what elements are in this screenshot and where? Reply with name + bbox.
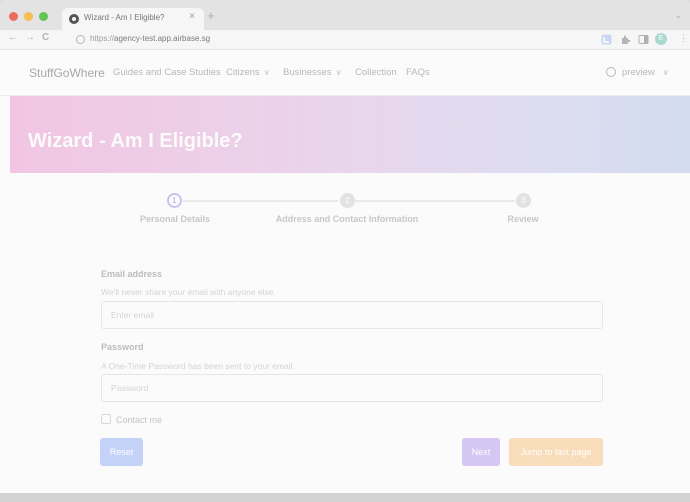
browser-window: Wizard - Am I Eligible? × + ⌄ ← → C http…: [0, 0, 690, 493]
nav-link-guides[interactable]: Guides and Case Studies: [113, 67, 221, 78]
password-help-text: A One-Time Password has been sent to you…: [101, 361, 295, 371]
user-menu[interactable]: preview ∨: [622, 67, 669, 78]
nav-link-label: Businesses: [283, 67, 332, 78]
email-label: Email address: [101, 269, 163, 279]
email-help-text: We'll never share your email with anyone…: [101, 287, 276, 297]
next-button[interactable]: Next: [462, 438, 500, 466]
page-title: Wizard - Am I Eligible?: [28, 130, 243, 152]
chevron-down-icon: ∨: [263, 68, 270, 77]
favicon-icon: [69, 14, 79, 24]
chevron-down-icon: ∨: [335, 68, 342, 77]
puzzle-icon[interactable]: [620, 34, 631, 45]
extension-icon[interactable]: [601, 34, 612, 45]
url-scheme: https://: [90, 34, 115, 43]
url-host: agency-test.app.airbase.sg: [114, 34, 211, 43]
browser-tab[interactable]: Wizard - Am I Eligible? ×: [62, 8, 204, 30]
nav-link-faqs[interactable]: FAQs: [406, 67, 430, 78]
step-1-label: Personal Details: [139, 214, 211, 224]
window-shadow: [0, 493, 690, 502]
tab-title: Wizard - Am I Eligible?: [84, 13, 165, 22]
step-2-indicator[interactable]: 2: [340, 193, 355, 208]
step-3-indicator[interactable]: 3: [516, 193, 531, 208]
nav-link-citizens[interactable]: Citizens ∨: [226, 67, 270, 78]
side-panel-icon[interactable]: [638, 34, 649, 45]
reset-button[interactable]: Reset: [100, 438, 143, 466]
brand-logo[interactable]: StuffGoWhere: [29, 66, 105, 80]
maximize-window-button[interactable]: [39, 12, 48, 21]
tab-search-chevron-icon[interactable]: ⌄: [674, 10, 682, 21]
step-3-label: Review: [507, 214, 539, 224]
tab-close-icon[interactable]: ×: [189, 12, 195, 22]
url-field[interactable]: https://agency-test.app.airbase.sg: [90, 34, 210, 43]
back-button[interactable]: ←: [8, 33, 18, 43]
password-field[interactable]: [101, 374, 603, 402]
address-bar: ← → C https://agency-test.app.airbase.sg…: [0, 30, 690, 50]
hero-banner: Wizard - Am I Eligible?: [10, 96, 690, 173]
user-name: preview: [622, 67, 655, 78]
step-connector: [183, 200, 338, 202]
chevron-down-icon: ∨: [662, 68, 669, 77]
minimize-window-button[interactable]: [24, 12, 33, 21]
nav-link-label: Citizens: [226, 67, 260, 78]
contact-me-label[interactable]: Contact me: [116, 415, 162, 425]
profile-avatar[interactable]: E: [655, 33, 667, 45]
step-2-label: Address and Contact Information: [275, 214, 419, 224]
user-icon[interactable]: [606, 67, 616, 77]
nav-link-label: Collection: [355, 67, 397, 78]
tab-strip: Wizard - Am I Eligible? × + ⌄: [0, 0, 690, 30]
site-info-icon[interactable]: [76, 35, 85, 44]
nav-link-businesses[interactable]: Businesses ∨: [283, 67, 341, 78]
nav-link-collection[interactable]: Collection: [355, 67, 397, 78]
jump-to-last-page-button[interactable]: Jump to last page: [509, 438, 603, 466]
step-1-indicator[interactable]: 1: [167, 193, 182, 208]
reload-button[interactable]: C: [42, 33, 49, 43]
nav-link-label: FAQs: [406, 67, 430, 78]
new-tab-button[interactable]: +: [207, 9, 215, 22]
password-label: Password: [101, 342, 144, 352]
step-connector: [355, 200, 515, 202]
forward-button[interactable]: →: [25, 33, 35, 43]
email-field[interactable]: [101, 301, 603, 329]
close-window-button[interactable]: [9, 12, 18, 21]
browser-menu-icon[interactable]: ⋮: [679, 34, 688, 43]
contact-me-checkbox[interactable]: [101, 414, 111, 424]
nav-link-label: Guides and Case Studies: [113, 67, 221, 78]
app-navbar: StuffGoWhere Guides and Case Studies Cit…: [0, 50, 690, 96]
